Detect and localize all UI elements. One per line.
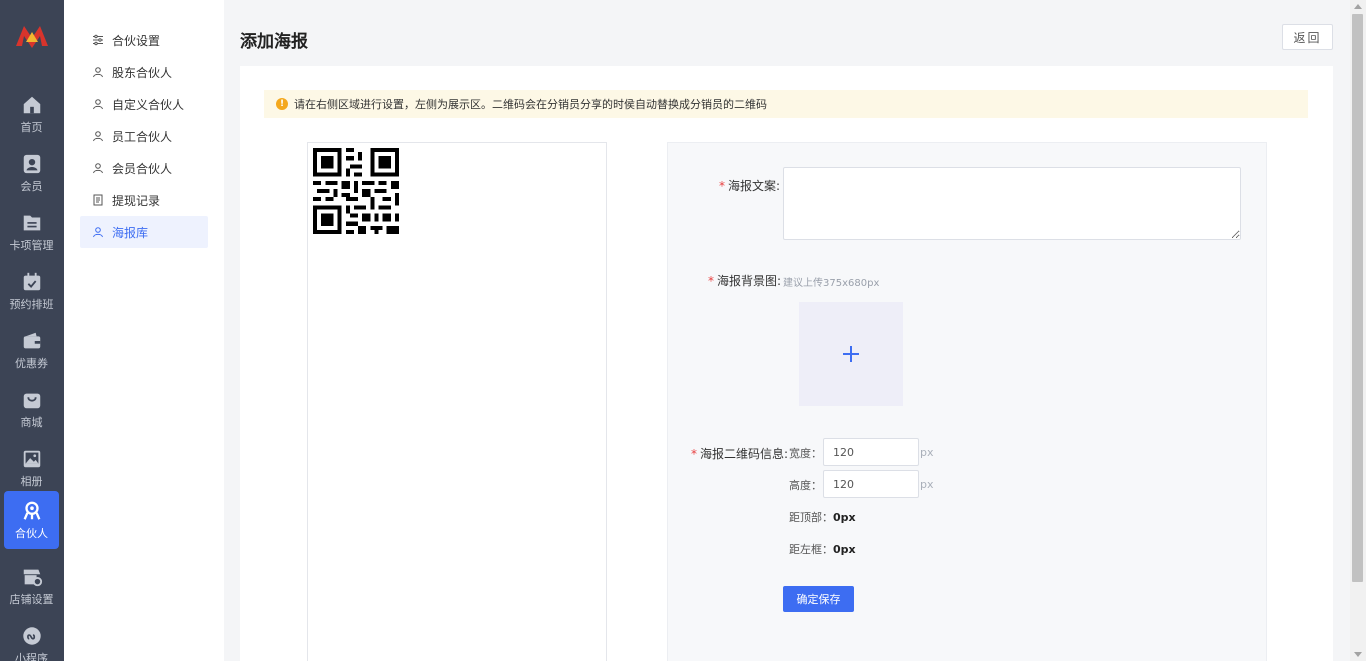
miniprogram-icon <box>22 627 41 645</box>
nav-item-mall[interactable]: 商城 <box>4 380 59 438</box>
qr-width-label: 宽度： <box>789 447 822 460</box>
nav-item-label: 商城 <box>20 416 43 429</box>
nav-item-label: 合伙人 <box>15 527 48 540</box>
nav-item-label: 卡项管理 <box>9 239 54 252</box>
wallet-icon <box>23 332 40 349</box>
nav-item-member[interactable]: 会员 <box>4 144 59 202</box>
nav-item-label: 店铺设置 <box>9 593 54 606</box>
nav-item-label: 首页 <box>20 121 43 134</box>
user-icon <box>93 227 103 238</box>
scrollbar-thumb[interactable] <box>1352 14 1363 582</box>
submenu-item-label: 海报库 <box>112 225 149 240</box>
bag-icon <box>23 393 40 409</box>
nav-item-label: 相册 <box>20 475 43 488</box>
nav-item-album[interactable]: 相册 <box>4 439 59 497</box>
qr-height-label: 高度： <box>789 479 822 492</box>
scroll-up-arrow-icon[interactable] <box>1354 4 1362 9</box>
poster-background-label: * 海报背景图: <box>708 274 782 288</box>
submenu-item-custom-partner[interactable]: 自定义合伙人 <box>80 88 208 120</box>
qr-left-offset-value: 0px <box>833 543 856 556</box>
submenu-item-shareholder-partner[interactable]: 股东合伙人 <box>80 56 208 88</box>
page-scrollbar[interactable] <box>1350 0 1366 661</box>
nav-item-schedule[interactable]: 预约排班 <box>4 262 59 320</box>
user-icon <box>93 67 103 78</box>
home-icon <box>23 96 40 114</box>
nav-item-miniprogram[interactable]: 小程序 <box>4 616 59 661</box>
submenu-item-partner-settings[interactable]: 合伙设置 <box>80 24 208 56</box>
partner-submenu: 合伙设置 股东合伙人 自定义合伙人 员工合伙人 会员合伙人 提现记录 海报库 <box>64 0 224 661</box>
store-settings-icon <box>23 569 42 587</box>
calendar-icon <box>23 272 40 291</box>
submenu-item-label: 合伙设置 <box>112 33 161 48</box>
submenu-item-label: 股东合伙人 <box>112 65 173 80</box>
image-icon <box>23 450 40 468</box>
submenu-item-label: 会员合伙人 <box>112 161 173 176</box>
poster-editor-card: ! 请在右侧区域进行设置，左侧为展示区。二维码会在分销员分享的时侯自动替换成分销… <box>240 66 1333 661</box>
nav-item-label: 优惠券 <box>15 357 48 370</box>
user-icon <box>93 99 103 110</box>
poster-copy-label: * 海报文案: <box>719 179 781 193</box>
plus-icon <box>843 346 859 362</box>
save-button[interactable]: 确定保存 <box>783 586 854 612</box>
partner-icon <box>23 501 40 520</box>
sliders-icon <box>93 34 103 46</box>
back-button[interactable]: 返回 <box>1282 24 1333 50</box>
nav-item-label: 会员 <box>20 180 43 193</box>
qr-top-offset-value: 0px <box>833 511 856 524</box>
qr-code-icon <box>313 148 399 234</box>
card-icon <box>23 215 40 231</box>
nav-item-label: 预约排班 <box>9 298 54 311</box>
submenu-item-poster-library[interactable]: 海报库 <box>80 216 208 248</box>
main-nav-rail: 首页 会员 卡项管理 预约排班 优惠券 商城 相册 合伙人 店铺设置 小程序 <box>0 0 64 661</box>
submenu-item-withdrawal-records[interactable]: 提现记录 <box>80 184 208 216</box>
nav-item-store-settings[interactable]: 店铺设置 <box>4 557 59 615</box>
qr-height-input[interactable] <box>823 470 919 498</box>
member-icon <box>23 154 40 174</box>
user-icon <box>93 131 103 142</box>
poster-copy-textarea[interactable] <box>783 167 1241 240</box>
document-icon <box>93 194 103 206</box>
nav-item-coupons[interactable]: 优惠券 <box>4 321 59 379</box>
submenu-item-label: 员工合伙人 <box>112 129 173 144</box>
qr-width-unit: px <box>920 446 934 459</box>
info-notice: ! 请在右侧区域进行设置，左侧为展示区。二维码会在分销员分享的时侯自动替换成分销… <box>264 90 1308 118</box>
qr-info-label: * 海报二维码信息: <box>691 447 789 461</box>
scroll-down-arrow-icon[interactable] <box>1354 652 1362 657</box>
background-upload-button[interactable] <box>799 302 903 406</box>
poster-preview <box>307 142 607 661</box>
background-size-hint: 建议上传375x680px <box>783 278 880 289</box>
qr-height-unit: px <box>920 478 934 491</box>
warning-icon: ! <box>276 98 288 110</box>
nav-item-partner[interactable]: 合伙人 <box>4 491 59 549</box>
qr-left-offset: 距左框：0px <box>789 543 856 556</box>
brand-logo <box>16 26 48 48</box>
nav-item-home[interactable]: 首页 <box>4 85 59 143</box>
qr-top-offset: 距顶部：0px <box>789 511 856 524</box>
notice-text: 请在右侧区域进行设置，左侧为展示区。二维码会在分销员分享的时侯自动替换成分销员的… <box>294 98 767 111</box>
submenu-item-member-partner[interactable]: 会员合伙人 <box>80 152 208 184</box>
page-title: 添加海报 <box>240 32 308 52</box>
qr-width-input[interactable] <box>823 438 919 466</box>
nav-item-cards[interactable]: 卡项管理 <box>4 203 59 261</box>
poster-settings-form: * 海报文案: * 海报背景图: 建议上传375x680px * 海报二维码信息: 宽… <box>667 142 1267 661</box>
user-icon <box>93 163 103 174</box>
submenu-item-staff-partner[interactable]: 员工合伙人 <box>80 120 208 152</box>
nav-item-label: 小程序 <box>15 652 48 661</box>
submenu-item-label: 自定义合伙人 <box>112 97 185 112</box>
submenu-item-label: 提现记录 <box>112 193 161 208</box>
